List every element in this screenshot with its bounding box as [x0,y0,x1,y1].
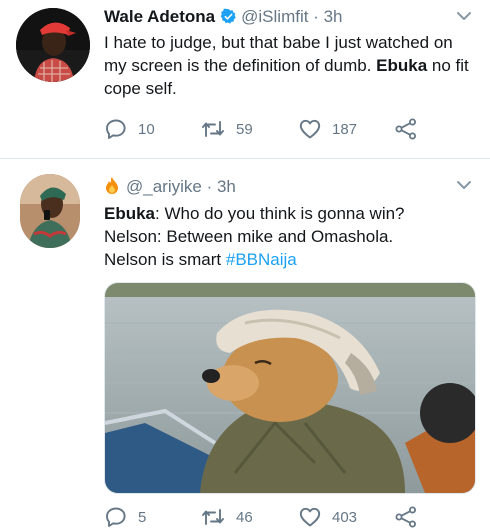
chevron-down-icon[interactable] [456,10,472,22]
retweet-count: 59 [236,120,253,138]
reply-button[interactable]: 5 [104,505,146,529]
heart-icon [299,507,321,527]
tweet-media-image[interactable] [104,282,476,494]
timestamp[interactable]: 3h [324,7,343,26]
like-count: 187 [332,120,358,138]
like-count: 403 [332,508,358,526]
verified-badge-icon [220,8,237,30]
avatar-ariyike[interactable] [20,174,80,248]
separator-dot: · [201,177,217,196]
tweet-text-part: Nelson is smart [104,250,222,269]
tweet-actions: 10 59 187 [104,117,484,143]
retweet-icon [202,509,224,525]
retweet-button[interactable]: 46 [200,505,253,529]
retweet-icon [202,121,224,137]
share-icon [395,506,416,528]
separator-dot: · [308,7,324,26]
tweet-text-bold: Ebuka [376,56,428,75]
tweet-actions: 5 46 403 [104,505,484,531]
hashtag-link[interactable]: #BBNaija [226,250,297,269]
tweet-line-3: Nelson is smart #BBNaija [104,248,474,271]
tweet-header: Wale Adetona @iSlimfit · 3h [104,7,342,30]
tweet-line-1: Ebuka: Who do you think is gonna win? [104,202,474,225]
reply-count: 10 [138,120,155,138]
display-name[interactable]: Wale Adetona [104,7,215,26]
retweet-button[interactable]: 59 [200,117,253,141]
tweet-text-bold: Ebuka [104,204,156,223]
heart-icon [299,119,321,139]
reply-count: 5 [138,508,147,526]
avatar-wale-adetona[interactable] [16,8,90,82]
retweet-count: 46 [236,508,253,526]
tweet-text-part: : Who do you think is gonna win? [155,204,405,223]
share-button[interactable] [394,117,418,141]
share-button[interactable] [394,505,418,529]
tweet-header: @_ariyike · 3h [104,176,236,200]
tweet-line-2: Nelson: Between mike and Omashola. [104,227,394,246]
reply-icon [106,507,126,527]
tweet-text: I hate to judge, but that babe I just wa… [104,31,474,100]
timestamp[interactable]: 3h [217,177,236,196]
chevron-down-icon[interactable] [456,179,472,191]
like-button[interactable]: 187 [298,117,357,141]
fire-emoji-icon [104,176,120,200]
user-handle[interactable]: @_ariyike [126,177,202,196]
like-button[interactable]: 403 [298,505,357,529]
share-icon [395,118,416,140]
dog-in-hat-photo [105,283,475,493]
tweet-text: Ebuka: Who do you think is gonna win? Ne… [104,202,474,271]
reply-icon [106,119,126,139]
tweet-1[interactable]: Wale Adetona @iSlimfit · 3h I hate to jud… [0,0,490,159]
reply-button[interactable]: 10 [104,117,155,141]
user-handle[interactable]: @iSlimfit [241,7,308,26]
